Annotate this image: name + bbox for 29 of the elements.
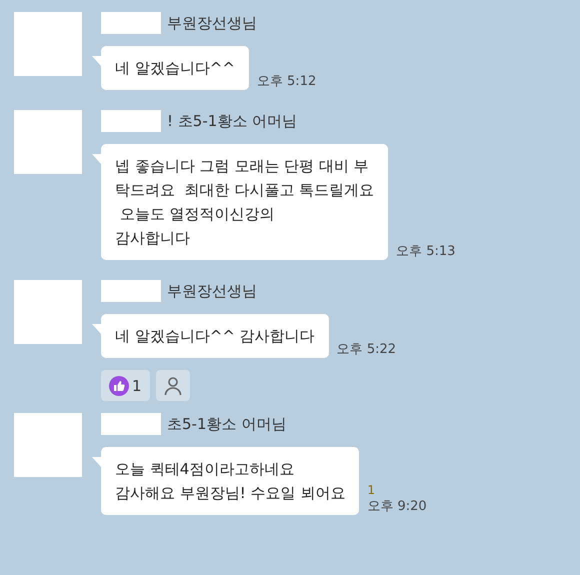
avatar[interactable] <box>14 413 82 477</box>
message-time: 오후 5:13 <box>396 243 456 260</box>
like-reaction-button[interactable]: 1 <box>101 370 150 401</box>
redaction-block <box>101 413 161 435</box>
message-bubble: 오늘 퀵테4점이라고하네요 감사해요 부원장님! 수요일 뵈어요 <box>101 447 360 515</box>
message-time: 오후 5:22 <box>336 341 396 358</box>
bubble-tail <box>92 324 101 334</box>
redaction-block <box>101 12 161 34</box>
redaction-block <box>101 280 161 302</box>
avatar[interactable] <box>14 12 82 76</box>
sender-name: 부원장선생님 <box>167 14 257 32</box>
sender-name: 초5-1황소 어머님 <box>167 414 286 434</box>
sender-name: 부원장선생님 <box>167 282 257 300</box>
avatar[interactable] <box>14 280 82 344</box>
message-bubble: 네 알겠습니다^^ <box>101 46 249 90</box>
person-icon <box>164 376 182 396</box>
thumbs-up-icon <box>109 376 129 396</box>
message-time: 오후 5:12 <box>256 73 316 90</box>
bubble-tail <box>92 457 101 467</box>
redaction-block <box>101 110 161 132</box>
avatar[interactable] <box>14 110 82 174</box>
bubble-tail <box>92 56 101 66</box>
unread-count: 1 <box>367 483 375 497</box>
message-bubble: 넵 좋습니다 그럼 모래는 단평 대비 부 탁드려요 최대한 다시풀고 톡드릴게요 오늘도 열정적이신강의 감사합니다 <box>101 144 388 260</box>
bubble-tail <box>92 154 101 164</box>
reactor-button[interactable] <box>156 370 190 401</box>
message-time: 오후 9:20 <box>367 498 427 515</box>
message-bubble: 네 알겠습니다^^ 감사합니다 <box>101 314 329 358</box>
sender-name: ! 초5-1황소 어머님 <box>167 112 298 130</box>
